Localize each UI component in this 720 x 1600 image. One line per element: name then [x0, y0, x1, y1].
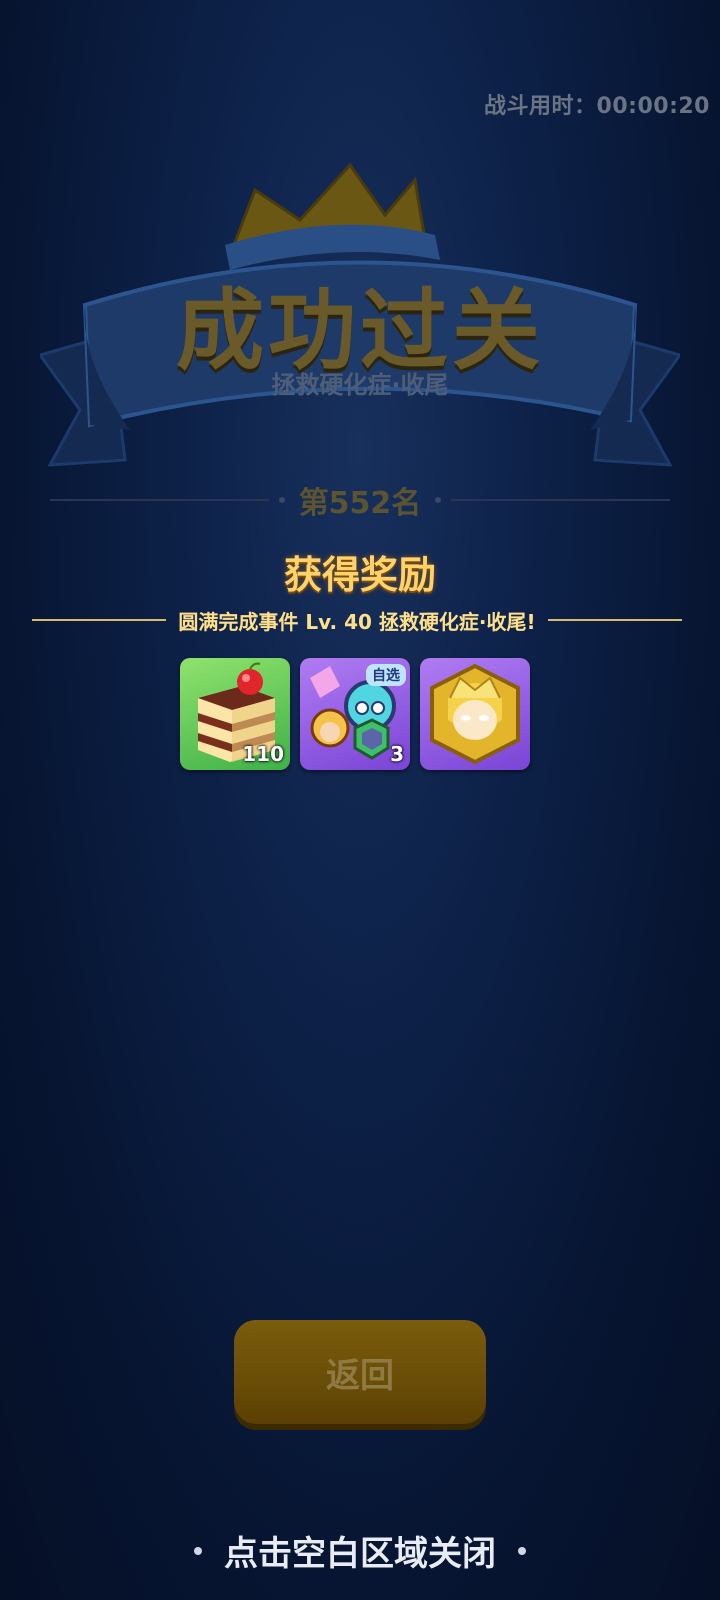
reward-description-row: 圆满完成事件 Lv. 40 拯救硬化症·收尾!: [32, 600, 682, 640]
dot-icon: [194, 1546, 202, 1555]
reward-item-selection-pack[interactable]: 自选 3: [300, 658, 410, 770]
rank-row: 第552名: [50, 480, 670, 521]
item-count: 3: [390, 742, 404, 766]
close-hint[interactable]: 点击空白区域关闭: [0, 1526, 720, 1575]
timer-label: 战斗用时：: [484, 94, 597, 119]
divider: [32, 619, 167, 621]
dot-icon: [435, 497, 442, 503]
victory-banner: 成功过关 拯救硬化症·收尾: [40, 160, 680, 480]
reward-title: 获得奖励: [283, 553, 436, 597]
item-count: 110: [242, 742, 284, 766]
divider: [547, 619, 682, 621]
dot-icon: [278, 497, 285, 503]
dot-icon: [518, 1546, 526, 1555]
divider: [50, 499, 269, 501]
close-hint-text: 点击空白区域关闭: [224, 1534, 496, 1574]
reward-item-hero-avatar[interactable]: [420, 658, 530, 770]
item-tag: 自选: [366, 664, 406, 686]
battle-timer: 战斗用时：00:00:20: [484, 88, 710, 120]
divider: [451, 499, 670, 501]
timer-value: 00:00:20: [596, 94, 710, 119]
reward-description: 圆满完成事件 Lv. 40 拯救硬化症·收尾!: [178, 609, 536, 634]
reward-item-cake[interactable]: 110: [180, 658, 290, 770]
rank-text: 第552名: [298, 486, 422, 521]
golden-hero-avatar-icon: [430, 663, 520, 765]
banner-subtitle: 拯救硬化症·收尾: [271, 371, 449, 399]
return-button[interactable]: 返回: [234, 1320, 486, 1424]
reward-items: 110 自选 3: [180, 658, 530, 770]
